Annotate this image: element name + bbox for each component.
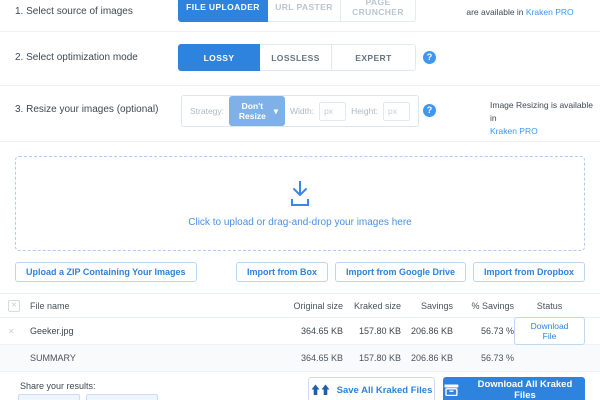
pro-availability-note: are available in Kraken PRO: [440, 7, 600, 17]
import-dropbox-button[interactable]: Import from Dropbox: [473, 262, 585, 282]
cell-kraked-size: 157.80 KB: [343, 326, 401, 336]
resize-controls: Strategy: Don't Resize ▾ Width: Height:: [181, 95, 419, 127]
summary-original-size: 364.65 KB: [278, 353, 343, 363]
tab-page-cruncher[interactable]: PAGE CRUNCHER: [341, 0, 416, 22]
header-savings-pct: % Savings: [453, 301, 514, 311]
divider: [0, 31, 600, 32]
step3-label: 3. Resize your images (optional): [15, 104, 158, 115]
help-icon[interactable]: ?: [423, 104, 436, 117]
header-file-name: File name: [30, 301, 278, 311]
download-all-label: Download All Kraked Files: [466, 379, 584, 400]
strategy-value: Don't Resize: [236, 101, 269, 121]
cell-original-size: 364.65 KB: [278, 326, 343, 336]
cell-file-name: Geeker.jpg: [30, 326, 278, 336]
resize-note-text: Image Resizing is available in: [490, 100, 593, 123]
table-row: ✕ Geeker.jpg 364.65 KB 157.80 KB 206.86 …: [0, 318, 600, 345]
share-results-label: Share your results:: [20, 381, 96, 391]
height-label: Height:: [351, 106, 378, 116]
share-button[interactable]: [86, 394, 158, 400]
upload-dropzone[interactable]: Click to upload or drag-and-drop your im…: [15, 156, 585, 251]
kraken-optimizer-page: 1. Select source of images FILE UPLOADER…: [0, 0, 600, 400]
clear-all-icon[interactable]: ✕: [8, 300, 20, 312]
upload-zip-button[interactable]: Upload a ZIP Containing Your Images: [15, 262, 197, 282]
import-google-drive-button[interactable]: Import from Google Drive: [335, 262, 466, 282]
strategy-dropdown[interactable]: Don't Resize ▾: [229, 96, 285, 126]
summary-label: SUMMARY: [30, 353, 278, 363]
step2-label: 2. Select optimization mode: [15, 52, 138, 63]
dropzone-text: Click to upload or drag-and-drop your im…: [188, 217, 411, 228]
table-header-row: ✕ File name Original size Kraked size Sa…: [0, 293, 600, 318]
tab-expert[interactable]: EXPERT: [332, 44, 416, 71]
tab-lossy[interactable]: LOSSY: [178, 44, 260, 71]
divider: [0, 141, 600, 142]
chevron-down-icon: ▾: [274, 106, 278, 117]
cell-savings-pct: 56.73 %: [453, 326, 514, 336]
cell-savings: 206.86 KB: [401, 326, 453, 336]
height-input[interactable]: [383, 102, 410, 121]
kraken-pro-link[interactable]: Kraken PRO: [526, 7, 574, 17]
save-cloud-arrows-icon: [311, 384, 330, 396]
source-tabs: FILE UPLOADER URL PASTER PAGE CRUNCHER: [178, 0, 416, 22]
header-kraked-size: Kraked size: [343, 301, 401, 311]
header-original-size: Original size: [278, 301, 343, 311]
tab-file-uploader[interactable]: FILE UPLOADER: [178, 0, 268, 22]
header-savings: Savings: [401, 301, 453, 311]
pro-note-text: are available in: [466, 7, 526, 17]
divider: [0, 85, 600, 86]
tab-lossless[interactable]: LOSSLESS: [260, 44, 332, 71]
download-arrow-icon: [285, 180, 315, 208]
save-all-kraked-files-button[interactable]: Save All Kraked Files: [308, 377, 435, 400]
save-all-label: Save All Kraked Files: [337, 385, 433, 396]
download-all-kraked-files-button[interactable]: Download All Kraked Files: [443, 377, 585, 400]
kraken-pro-link[interactable]: Kraken PRO: [490, 126, 538, 136]
header-status: Status: [514, 301, 585, 311]
import-box-button[interactable]: Import from Box: [236, 262, 328, 282]
tab-url-paster[interactable]: URL PASTER: [268, 0, 341, 22]
share-button[interactable]: [18, 394, 80, 400]
import-buttons: Import from Box Import from Google Drive…: [236, 262, 585, 282]
width-label: Width:: [290, 106, 314, 116]
summary-savings: 206.86 KB: [401, 353, 453, 363]
summary-row: SUMMARY 364.65 KB 157.80 KB 206.86 KB 56…: [0, 345, 600, 372]
mode-tabs: LOSSY LOSSLESS EXPERT: [178, 44, 416, 71]
summary-kraked-size: 157.80 KB: [343, 353, 401, 363]
summary-savings-pct: 56.73 %: [453, 353, 514, 363]
width-input[interactable]: [319, 102, 346, 121]
step1-label: 1. Select source of images: [15, 6, 133, 17]
archive-box-icon: [444, 384, 459, 396]
help-icon[interactable]: ?: [423, 51, 436, 64]
resize-pro-note: Image Resizing is available in Kraken PR…: [490, 99, 600, 139]
remove-file-icon[interactable]: ✕: [8, 327, 15, 336]
download-file-button[interactable]: Download File: [514, 317, 585, 345]
results-table: ✕ File name Original size Kraked size Sa…: [0, 293, 600, 372]
strategy-label: Strategy:: [190, 106, 224, 116]
